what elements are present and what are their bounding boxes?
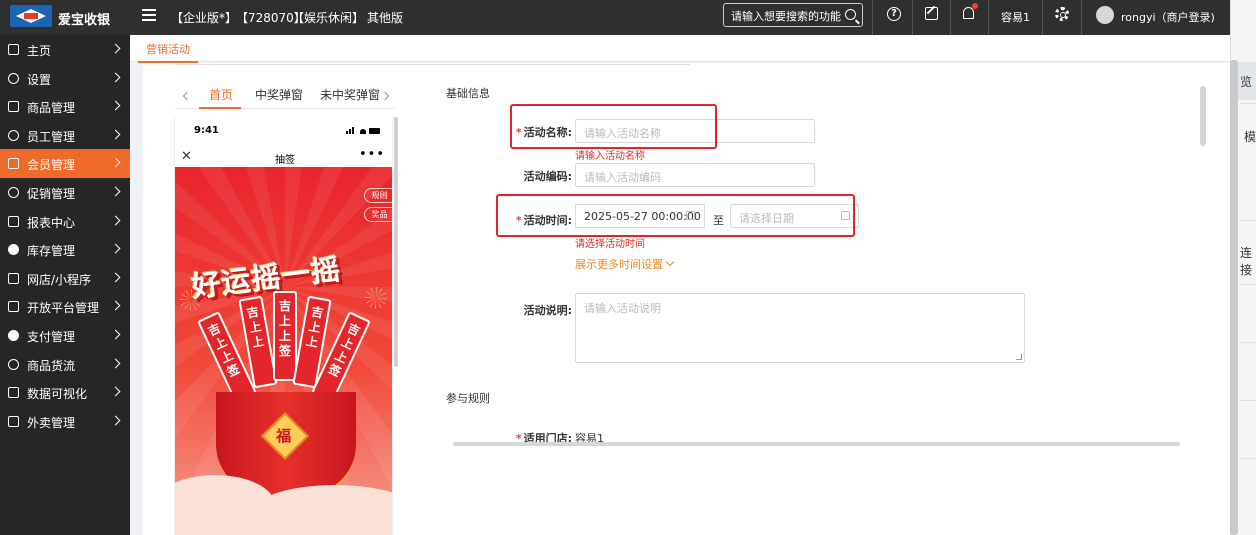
tab-preview-lose[interactable]: 未中奖弹窗 bbox=[320, 86, 380, 103]
promo-icon bbox=[8, 186, 19, 198]
more-icon: ••• bbox=[358, 147, 385, 162]
sidebar-item-flow[interactable]: 商品货流 bbox=[0, 350, 130, 379]
goods-icon bbox=[8, 101, 19, 113]
activity-desc-textarea[interactable]: 请输入活动说明 bbox=[575, 293, 1025, 363]
lottery-poster: 规则 奖品 好运摇一摇 吉上上签 吉上上 吉上上签 吉上上 吉上上签 福 bbox=[175, 167, 392, 535]
chevron-right-icon bbox=[110, 129, 121, 140]
sidebar-item-member[interactable]: 会员管理 bbox=[0, 149, 130, 178]
phone-preview: 9:41 ✕ 抽签 ••• 规则 奖品 好运摇一摇 吉上上签 吉上上 吉上上签 … bbox=[174, 117, 393, 535]
activity-time-error: 请选择活动时间 bbox=[575, 239, 645, 250]
sidebar-item-home[interactable]: 主页 bbox=[0, 35, 130, 64]
highlight-name-box bbox=[510, 104, 717, 149]
activity-code-input[interactable]: 请输入活动编码 bbox=[575, 163, 815, 187]
sidebar-item-takeout[interactable]: 外卖管理 bbox=[0, 407, 130, 436]
more-time-settings-link[interactable]: 展示更多时间设置 bbox=[575, 256, 675, 272]
chevron-right-icon bbox=[110, 358, 121, 368]
phone-title: 抽签 bbox=[275, 155, 295, 166]
edit-icon[interactable] bbox=[925, 7, 938, 20]
app-name: 爱宝收银 bbox=[58, 13, 111, 28]
chevron-right-icon bbox=[110, 329, 121, 340]
help-icon[interactable]: ? bbox=[887, 7, 901, 21]
fu-character: 福 bbox=[276, 426, 292, 445]
platform-icon bbox=[8, 301, 19, 313]
section-basic-info: 基础信息 bbox=[446, 87, 490, 100]
stock-icon bbox=[8, 244, 19, 256]
sidebar-item-stock[interactable]: 库存管理 bbox=[0, 235, 130, 264]
sidebar-item-chart[interactable]: 数据可视化 bbox=[0, 378, 130, 407]
chevron-right-icon bbox=[110, 300, 121, 311]
chevron-right-icon bbox=[110, 186, 121, 197]
bell-icon[interactable] bbox=[963, 3, 978, 19]
sidebar: 主页 设置 商品管理 员工管理 会员管理 促销管理 报表中心 库存管理 网店/小… bbox=[0, 35, 130, 535]
chevron-right-icon bbox=[110, 272, 121, 283]
user-label[interactable]: rongyi（商户登录) bbox=[1121, 9, 1215, 25]
search-input[interactable]: 请输入想要搜索的功能 bbox=[731, 8, 841, 24]
chevron-right-icon bbox=[110, 157, 121, 168]
close-icon: ✕ bbox=[181, 149, 192, 164]
flow-icon bbox=[8, 358, 19, 370]
other-version-link[interactable]: 其他版 bbox=[367, 9, 403, 26]
chevron-right-icon bbox=[110, 100, 121, 111]
settings-icon bbox=[8, 72, 19, 84]
takeout-icon bbox=[8, 415, 19, 427]
tab-preview-home[interactable]: 首页 bbox=[209, 86, 233, 103]
phone-time: 9:41 bbox=[194, 125, 219, 136]
chart-icon bbox=[8, 387, 19, 399]
form-scrollbar[interactable] bbox=[1200, 86, 1206, 146]
activity-name-error: 请输入活动名称 bbox=[575, 151, 645, 162]
edition-tag: 【企业版*】 bbox=[171, 11, 238, 25]
chevron-right-icon bbox=[110, 215, 121, 226]
function-search[interactable]: 请输入想要搜索的功能 bbox=[723, 3, 863, 27]
right-panel-item[interactable]: 模 bbox=[1244, 128, 1256, 145]
store-name[interactable]: 容易1 bbox=[1001, 9, 1030, 25]
page-scrollbar[interactable] bbox=[1230, 60, 1238, 535]
chevron-right-icon bbox=[110, 72, 121, 83]
right-panel-item[interactable]: 览 bbox=[1240, 73, 1252, 90]
avatar[interactable] bbox=[1096, 6, 1114, 24]
sidebar-item-report[interactable]: 报表中心 bbox=[0, 207, 130, 236]
chevron-right-icon bbox=[110, 415, 121, 426]
chevron-right-icon bbox=[110, 243, 121, 254]
home-icon bbox=[8, 44, 19, 55]
shop-icon bbox=[8, 272, 19, 284]
industry-tag: 【娱乐休闲】 bbox=[292, 11, 365, 25]
sidebar-item-goods[interactable]: 商品管理 bbox=[0, 92, 130, 121]
top-bar: 爱宝收银 【企业版*】 【728070】 【娱乐休闲】 其他版 请输入想要搜索的… bbox=[0, 0, 1230, 35]
page-tabs bbox=[130, 35, 1230, 62]
search-icon[interactable] bbox=[845, 9, 856, 20]
pay-icon bbox=[8, 329, 19, 341]
rule-button: 规则 bbox=[364, 188, 392, 203]
phone-status-icon bbox=[346, 127, 380, 134]
tab-preview-win[interactable]: 中奖弹窗 bbox=[255, 86, 303, 103]
chevron-down-icon[interactable] bbox=[665, 257, 675, 267]
chevron-right-icon bbox=[110, 43, 121, 54]
sidebar-item-promo[interactable]: 促销管理 bbox=[0, 178, 130, 207]
sidebar-item-platform[interactable]: 开放平台管理 bbox=[0, 292, 130, 321]
activity-code-label: 活动编码: bbox=[523, 170, 572, 183]
prize-button: 奖品 bbox=[364, 207, 392, 222]
section-participation-rules: 参与规则 bbox=[446, 392, 490, 405]
staff-icon bbox=[8, 129, 19, 141]
logo bbox=[10, 5, 52, 27]
gear-icon[interactable] bbox=[1055, 7, 1069, 21]
highlight-time-box bbox=[496, 194, 855, 237]
chevron-right-icon bbox=[110, 386, 121, 397]
preview-scrollbar[interactable] bbox=[394, 117, 398, 367]
member-icon bbox=[8, 158, 19, 170]
activity-desc-label: 活动说明: bbox=[523, 304, 572, 317]
sidebar-item-pay[interactable]: 支付管理 bbox=[0, 321, 130, 350]
sidebar-item-staff[interactable]: 员工管理 bbox=[0, 121, 130, 150]
tab-marketing-activity[interactable]: 营销活动 bbox=[146, 41, 190, 57]
horizontal-scrollbar[interactable] bbox=[453, 442, 1180, 446]
right-panel-item[interactable]: 连接 bbox=[1240, 244, 1256, 278]
menu-toggle-icon[interactable] bbox=[142, 9, 156, 21]
sidebar-item-shop[interactable]: 网店/小程序 bbox=[0, 264, 130, 293]
sidebar-item-settings[interactable]: 设置 bbox=[0, 64, 130, 93]
report-icon bbox=[8, 215, 19, 227]
